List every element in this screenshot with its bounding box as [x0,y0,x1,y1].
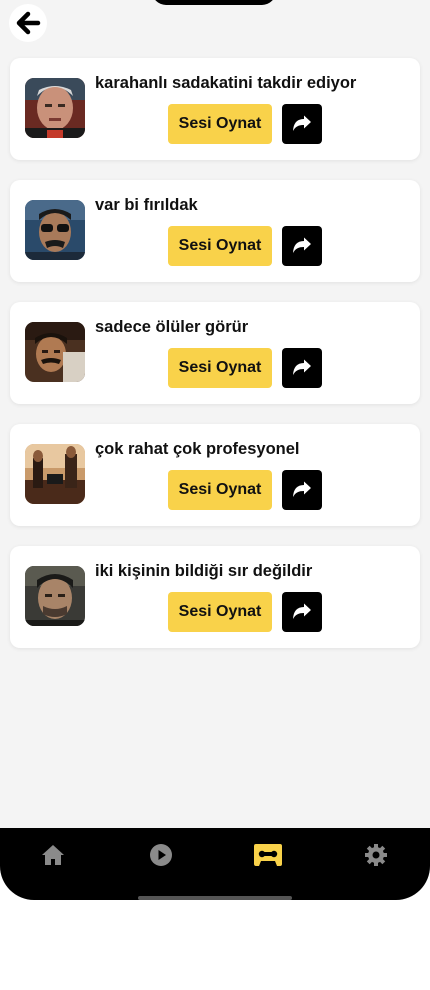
share-button[interactable] [282,104,322,144]
back-button[interactable] [9,4,47,42]
sound-title: iki kişinin bildiği sır değildir [95,562,313,580]
top-bar [0,0,430,42]
sound-thumbnail [25,566,85,626]
sound-thumbnail [25,200,85,260]
sound-title: çok rahat çok profesyonel [95,440,300,458]
arrow-left-icon [16,11,41,35]
sound-card: çok rahat çok profesyonel Sesi Oynat [10,424,420,526]
sound-card: iki kişinin bildiği sır değildir Sesi Oy… [10,546,420,648]
play-sound-button[interactable]: Sesi Oynat [168,104,272,144]
cassette-icon [254,844,282,866]
sound-list: karahanlı sadakatini takdir ediyor Sesi … [10,58,420,668]
sound-thumbnail [25,322,85,382]
gear-icon [365,844,387,866]
share-arrow-icon [293,115,311,131]
share-arrow-icon [293,237,311,253]
share-arrow-icon [293,481,311,497]
tab-home[interactable] [38,840,68,870]
play-circle-icon [150,844,172,866]
sound-card: var bi fırıldak Sesi Oynat [10,180,420,282]
sound-card: karahanlı sadakatini takdir ediyor Sesi … [10,58,420,160]
share-button[interactable] [282,226,322,266]
bottom-tab-bar [0,828,430,900]
play-sound-button[interactable]: Sesi Oynat [168,226,272,266]
device-notch [152,0,276,5]
home-indicator [138,896,292,900]
play-sound-button[interactable]: Sesi Oynat [168,470,272,510]
sound-card: sadece ölüler görür Sesi Oynat [10,302,420,404]
share-button[interactable] [282,348,322,388]
sound-thumbnail [25,444,85,504]
home-icon [42,845,64,865]
play-sound-button[interactable]: Sesi Oynat [168,348,272,388]
tab-player[interactable] [146,840,176,870]
app-screen: karahanlı sadakatini takdir ediyor Sesi … [0,0,430,900]
tab-settings[interactable] [361,840,391,870]
sound-title: karahanlı sadakatini takdir ediyor [95,74,357,92]
share-arrow-icon [293,603,311,619]
tab-sounds[interactable] [253,840,283,870]
sound-title: sadece ölüler görür [95,318,249,336]
share-arrow-icon [293,359,311,375]
share-button[interactable] [282,592,322,632]
sound-title: var bi fırıldak [95,196,198,214]
share-button[interactable] [282,470,322,510]
play-sound-button[interactable]: Sesi Oynat [168,592,272,632]
sound-thumbnail [25,78,85,138]
